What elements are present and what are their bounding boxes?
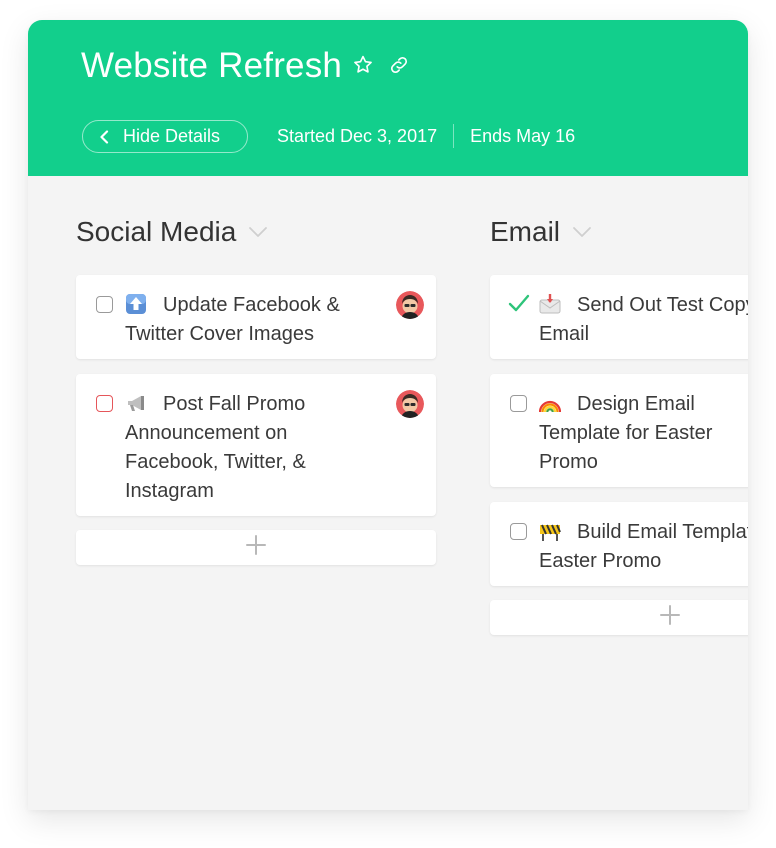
task-card[interactable]: Post Fall Promo Announcement on Facebook… — [76, 374, 436, 516]
title-actions — [352, 54, 410, 76]
project-title: Website Refresh — [81, 46, 343, 85]
task-title: Update Facebook & Twitter Cover Images — [125, 294, 340, 345]
column-title: Email — [490, 216, 561, 247]
task-card[interactable]: Send Out Test Copy of Email — [490, 275, 748, 359]
end-date: Ends May 16 — [470, 125, 576, 146]
task-title: Post Fall Promo Announcement on Facebook… — [125, 393, 306, 502]
plus-icon — [246, 535, 266, 560]
assignee-avatar[interactable] — [396, 390, 424, 418]
task-checkbox[interactable] — [96, 296, 113, 313]
task-title: Build Email Template for Easter Promo — [539, 521, 748, 572]
column-header[interactable]: Email — [490, 216, 592, 248]
plus-icon — [660, 605, 680, 630]
column-title: Social Media — [76, 216, 237, 247]
task-title: Design Email Template for Easter Promo — [539, 393, 713, 473]
start-date: Started Dec 3, 2017 — [277, 125, 438, 146]
chevron-down-icon[interactable] — [572, 226, 592, 238]
column-header[interactable]: Social Media — [76, 216, 268, 248]
assignee-avatar[interactable] — [396, 291, 424, 319]
hide-details-button[interactable]: Hide Details — [82, 120, 248, 153]
star-icon[interactable] — [352, 54, 374, 76]
task-checkbox[interactable] — [96, 395, 113, 412]
project-window: Website Refresh Hide Details Started Dec… — [28, 20, 748, 810]
link-icon[interactable] — [388, 54, 410, 76]
board: Social Media Update Facebook & Twitter C… — [28, 176, 748, 810]
project-header: Website Refresh Hide Details Started Dec… — [28, 20, 748, 176]
task-card[interactable]: Build Email Template for Easter Promo — [490, 502, 748, 586]
task-card[interactable]: Update Facebook & Twitter Cover Images — [76, 275, 436, 359]
divider — [453, 124, 455, 148]
chevron-down-icon[interactable] — [248, 226, 268, 238]
chevron-left-icon — [99, 129, 109, 144]
checkmark-icon[interactable] — [508, 293, 530, 318]
task-card[interactable]: Design Email Template for Easter Promo — [490, 374, 748, 487]
project-dates: Started Dec 3, 2017 Ends May 16 — [277, 124, 575, 148]
add-task-button[interactable] — [76, 530, 436, 565]
add-task-button[interactable] — [490, 600, 748, 635]
hide-details-label: Hide Details — [123, 126, 221, 146]
task-checkbox[interactable] — [510, 523, 527, 540]
task-title: Send Out Test Copy of Email — [539, 294, 748, 345]
task-checkbox[interactable] — [510, 395, 527, 412]
